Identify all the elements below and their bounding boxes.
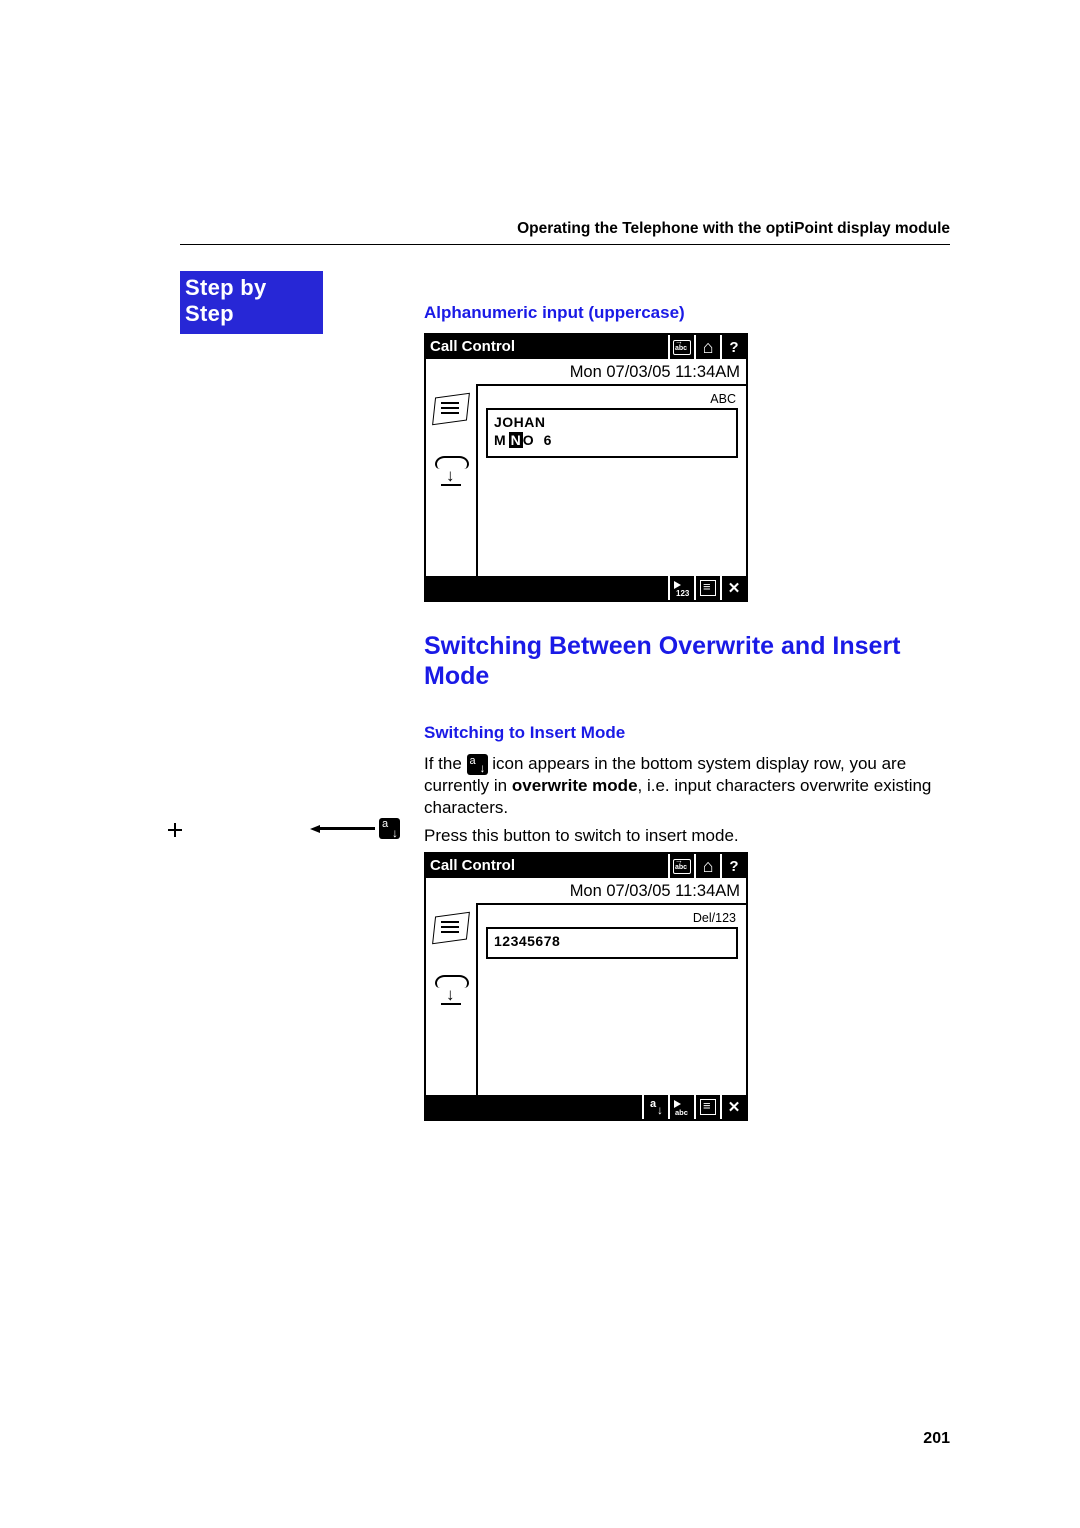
keyboard-abc-icon[interactable]: → <box>668 854 694 878</box>
to-abc-icon[interactable] <box>668 1095 694 1119</box>
text-entry-field[interactable]: 12345678 <box>486 927 738 959</box>
keyboard-abc-icon[interactable]: → <box>668 335 694 359</box>
overwrite-icon[interactable] <box>379 818 400 839</box>
section-label-insert: Switching to Insert Mode <box>424 723 950 743</box>
text-entry-field[interactable]: JOHAN MNO 6 <box>486 408 738 458</box>
entry-line-2: MNO 6 <box>494 432 730 448</box>
cursor-character: N <box>509 432 523 448</box>
overwrite-icon[interactable] <box>642 1095 668 1119</box>
home-icon[interactable] <box>694 854 720 878</box>
main-column: Alphanumeric input (uppercase) Call Cont… <box>412 271 950 1121</box>
section-label-alpha-upper: Alphanumeric input (uppercase) <box>424 303 950 323</box>
crop-mark-icon <box>168 823 182 837</box>
close-icon[interactable] <box>720 576 746 600</box>
close-icon[interactable] <box>720 1095 746 1119</box>
help-icon[interactable] <box>720 854 746 878</box>
manual-page: Operating the Telephone with the optiPoi… <box>0 0 1080 1121</box>
page-number: 201 <box>923 1430 950 1448</box>
phone-titlebar: Call Control → <box>426 335 746 359</box>
help-icon[interactable] <box>720 335 746 359</box>
list-icon[interactable] <box>694 1095 720 1119</box>
phone-titlebar: Call Control → <box>426 854 746 878</box>
phone-side-icons <box>426 386 478 576</box>
home-icon[interactable] <box>694 335 720 359</box>
overwrite-icon <box>467 754 488 775</box>
phone-footer-bar <box>426 576 746 600</box>
phone-datetime: Mon 07/03/05 11:34AM <box>476 878 746 905</box>
list-icon[interactable] <box>694 576 720 600</box>
handset-down-icon[interactable] <box>431 454 471 486</box>
phone-title: Call Control <box>426 854 521 878</box>
running-header: Operating the Telephone with the optiPoi… <box>180 220 950 245</box>
paragraph-overwrite-explain: If the icon appears in the bottom system… <box>424 753 950 819</box>
paragraph-press-button: Press this button to switch to insert mo… <box>424 825 950 847</box>
phone-display-2: Call Control → Mon 07/03/05 11:34AM Del/… <box>424 852 748 1121</box>
p1bold: overwrite mode <box>512 776 638 795</box>
input-mode-indicator: Del/123 <box>486 911 738 925</box>
phone-side-icons <box>426 905 478 1095</box>
p1a: If the <box>424 754 467 773</box>
phone-title: Call Control <box>426 335 521 359</box>
handset-down-icon[interactable] <box>431 973 471 1005</box>
to-123-icon[interactable] <box>668 576 694 600</box>
entry-post: O 6 <box>523 432 555 448</box>
heading-switch-mode: Switching Between Overwrite and Insert M… <box>424 632 950 691</box>
phone-display-1: Call Control → Mon 07/03/05 11:34AM ABC <box>424 333 748 602</box>
note-icon[interactable] <box>431 911 471 945</box>
phone-footer-bar <box>426 1095 746 1119</box>
entry-pre: M <box>494 432 509 448</box>
entry-line-1: 12345678 <box>494 933 730 949</box>
step-by-step-badge: Step by Step <box>180 271 323 334</box>
input-mode-indicator: ABC <box>486 392 738 406</box>
margin-pointer <box>310 818 400 839</box>
phone-datetime: Mon 07/03/05 11:34AM <box>476 359 746 386</box>
side-column: Step by Step <box>180 271 412 334</box>
entry-line-1: JOHAN <box>494 414 730 430</box>
note-icon[interactable] <box>431 392 471 426</box>
